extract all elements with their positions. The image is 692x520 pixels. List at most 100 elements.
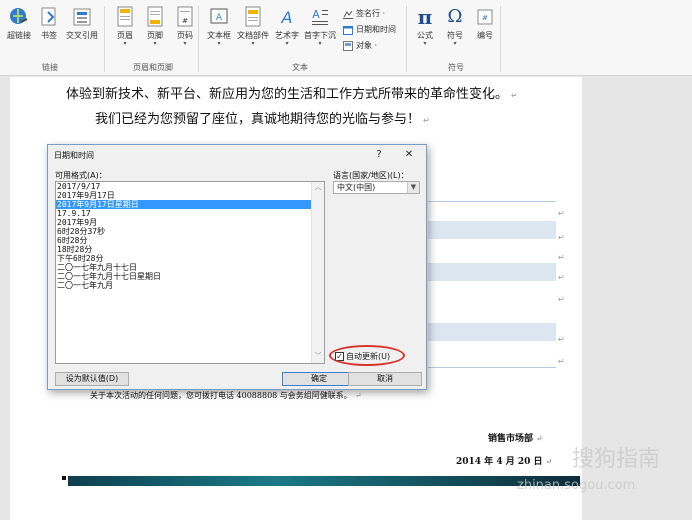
group-separator (406, 6, 407, 72)
group-label-header-footer: 页眉和页脚 (133, 63, 173, 72)
scroll-down-icon[interactable]: ﹀ (312, 351, 324, 363)
equation-button[interactable]: π 公式 ▾ (408, 6, 442, 54)
close-icon: ✕ (404, 149, 414, 160)
dialog-title: 日期和时间 (54, 151, 94, 160)
language-label: 语言(国家/地区)(L)： (333, 171, 409, 180)
numbering-label: 编号 (477, 31, 493, 40)
chevron-down-icon: ▾ (217, 40, 221, 47)
formats-label: 可用格式(A)： (55, 171, 107, 180)
cross-reference-button[interactable]: 交叉引用 (62, 6, 102, 54)
chevron-down-icon: ▾ (318, 40, 322, 47)
chevron-down-icon: ▾ (183, 40, 187, 47)
date-time-dialog: 日期和时间 ? ✕ 可用格式(A)： 2017/9/17 2017年9月17日 20… (47, 144, 427, 390)
paragraph-mark: ↵ (558, 335, 565, 344)
table-row (428, 263, 556, 281)
object-icon (343, 40, 353, 51)
format-list-item[interactable]: 下午6时28分 (56, 254, 311, 263)
group-separator (198, 6, 199, 72)
quick-parts-button[interactable]: 文档部件 ▾ (234, 6, 272, 54)
hyperlink-label: 超链接 (7, 31, 31, 40)
cancel-button[interactable]: 取消 (348, 372, 422, 386)
wordart-button[interactable]: A 艺术字 ▾ (270, 6, 304, 54)
help-button[interactable]: ? (366, 147, 392, 163)
group-separator (500, 6, 501, 72)
format-list-item[interactable]: 6时28分37秒 (56, 227, 311, 236)
svg-text:#: # (482, 14, 488, 22)
textbox-button[interactable]: A 文本框 ▾ (202, 6, 236, 54)
bookmark-button[interactable]: 书签 (32, 6, 66, 54)
document-line-2[interactable]: 我们已经为您预留了座位，真诚地期待您的光临与参与！ ↵ (95, 108, 430, 127)
svg-text:A: A (216, 13, 223, 23)
group-label-links: 链接 (42, 63, 58, 72)
format-list-item[interactable]: 二〇一七年九月十七日 (56, 263, 311, 272)
watermark-url: zhinan.sogou.com (517, 478, 636, 493)
paragraph-mark: ↵ (558, 357, 565, 366)
bookmark-icon (41, 7, 56, 26)
format-list-item[interactable]: 18时28分 (56, 245, 311, 254)
paragraph-mark: ↵ (558, 233, 565, 242)
page-number-button[interactable]: # 页码 ▾ (168, 6, 202, 54)
textbox-icon: A (210, 8, 228, 24)
chevron-down-icon: ▾ (285, 40, 289, 47)
ok-button[interactable]: 确定 (282, 372, 356, 386)
date-time-label: 日期和时间 (356, 25, 396, 34)
language-select[interactable]: 中文(中国) ▼ (333, 181, 420, 194)
signature-text: 销售市场部 (488, 434, 534, 444)
group-label-text: 文本 (292, 63, 308, 72)
numbering-icon: # (477, 9, 493, 25)
chevron-down-icon: ▾ (453, 40, 457, 47)
signature-line-button[interactable]: 签名行 · (343, 8, 385, 19)
object-button[interactable]: 对象 · (343, 40, 377, 51)
footer-button[interactable]: 页脚 ▾ (138, 6, 172, 54)
format-list-item[interactable]: 二〇一七年九月十七日星期日 (56, 272, 311, 281)
format-list-item[interactable]: 2017年9月17日星期日 (56, 200, 311, 209)
contact-line[interactable]: 关于本次活动的任何问题，您可拨打电话 40088808 与会务组阿健联系。 ↵ (90, 390, 362, 401)
table-row (428, 221, 556, 239)
list-scrollbar[interactable]: ︿ ﹀ (311, 182, 324, 363)
drop-cap-icon: A (312, 8, 328, 25)
calendar-icon (343, 25, 353, 35)
scroll-up-icon[interactable]: ︿ (312, 182, 324, 194)
ribbon: 超链接 书签 交叉引用 页眉 ▾ 页脚 ▾ # 页码 ▾ A 文本框 ▾ 文档部… (0, 0, 692, 76)
group-separator (104, 6, 105, 72)
symbol-button[interactable]: Ω 符号 ▾ (438, 6, 472, 54)
date-time-button[interactable]: 日期和时间 (343, 24, 396, 35)
close-button[interactable]: ✕ (396, 147, 422, 163)
format-list-item[interactable]: 2017年9月 (56, 218, 311, 227)
object-label: 对象 · (356, 41, 378, 50)
cross-reference-icon (73, 8, 91, 26)
hyperlink-button[interactable]: 超链接 (2, 6, 36, 54)
chevron-down-icon[interactable]: ▼ (407, 182, 419, 193)
date-text: 2014 年 4 月 20 日 (456, 457, 543, 467)
header-button[interactable]: 页眉 ▾ (108, 6, 142, 54)
numbering-button[interactable]: # 编号 (468, 6, 502, 54)
watermark-logo-text: 搜狗指南 (572, 447, 661, 472)
quick-parts-icon (245, 6, 261, 27)
format-list-item[interactable]: 2017/9/17 (56, 182, 311, 191)
formats-list[interactable]: 2017/9/17 2017年9月17日 2017年9月17日星期日 17.9.17 2… (55, 181, 325, 364)
document-text: 我们已经为您预留了座位，真诚地期待您的光临与参与！ (95, 112, 421, 127)
contact-text: 关于本次活动的任何问题，您可拨打电话 40088808 与会务组阿健联系。 (90, 391, 352, 400)
format-list-item[interactable]: 2017年9月17日 (56, 191, 311, 200)
chevron-down-icon: ▾ (123, 40, 127, 47)
format-list-item[interactable]: 17.9.17 (56, 209, 311, 218)
paragraph-mark: ↵ (558, 295, 565, 304)
page-number-icon: # (177, 6, 193, 27)
paragraph-mark: ↵ (354, 391, 362, 400)
svg-text:A: A (312, 8, 320, 21)
table-border (428, 201, 556, 202)
set-default-button[interactable]: 设为默认值(D) (55, 372, 129, 386)
bookmark-label: 书签 (41, 31, 57, 40)
document-line-1[interactable]: 体验到新技术、新平台、新应用为您的生活和工作方式所带来的革命性变化。 ↵ (66, 83, 518, 102)
signature-line[interactable]: 销售市场部 ↵ (488, 431, 543, 444)
format-list-item[interactable]: 二〇一七年九月 (56, 281, 311, 290)
wordart-icon: A (281, 8, 293, 27)
paragraph-mark: ↵ (545, 456, 553, 466)
header-icon (117, 6, 133, 27)
format-list-item[interactable]: 6时28分 (56, 236, 311, 245)
drop-cap-button[interactable]: A 首字下沉 ▾ (302, 6, 338, 54)
paragraph-mark: ↵ (558, 209, 565, 218)
signature-line-icon (343, 10, 353, 19)
document-text: 体验到新技术、新平台、新应用为您的生活和工作方式所带来的革命性变化。 (66, 87, 509, 102)
date-line[interactable]: 2014 年 4 月 20 日 ↵ (456, 454, 552, 467)
